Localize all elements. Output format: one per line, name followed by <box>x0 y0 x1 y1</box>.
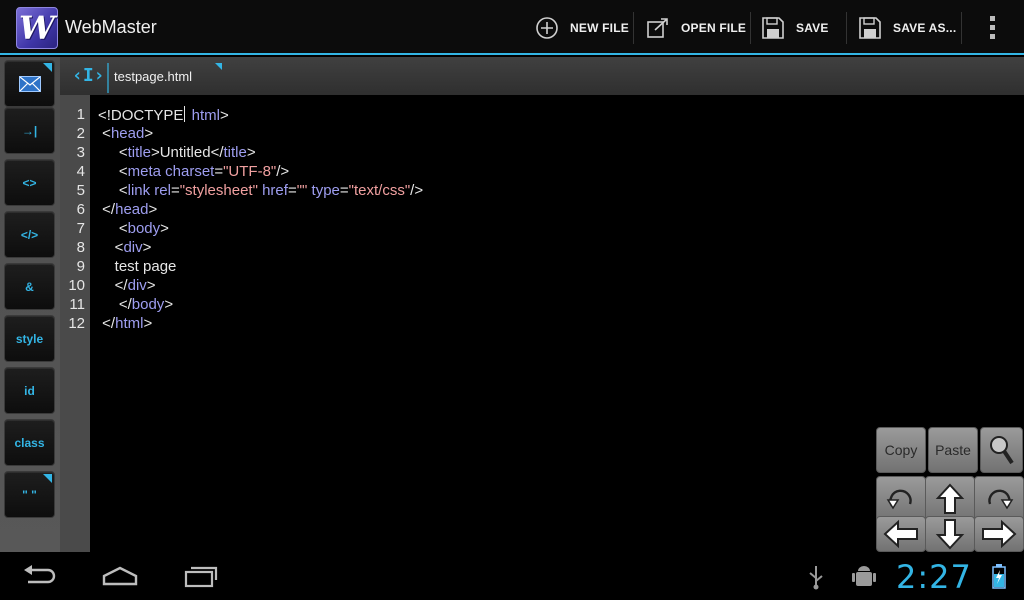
code-line[interactable]: test page <box>98 258 177 275</box>
back-icon[interactable] <box>22 562 58 590</box>
status-clock: 2:27 <box>896 558 972 596</box>
line-number: 10 <box>68 277 85 294</box>
code-line[interactable]: <div> <box>98 239 152 256</box>
copy-button[interactable]: Copy <box>876 427 926 473</box>
line-number: 3 <box>76 144 85 161</box>
tool-button-open-tag[interactable]: <> <box>4 159 55 206</box>
system-navigation-bar: 2:27 <box>0 552 1024 600</box>
arrow-left-icon <box>883 519 918 549</box>
recent-apps-icon[interactable] <box>182 562 220 590</box>
save-as-button[interactable]: SAVE AS... <box>857 0 956 55</box>
arrow-right-icon <box>982 519 1017 549</box>
redo-icon <box>988 489 1014 510</box>
line-number: 1 <box>76 106 85 123</box>
line-number: 11 <box>69 296 85 313</box>
undo-icon <box>886 489 912 510</box>
line-number: 8 <box>76 239 85 256</box>
arrow-down-icon <box>935 519 965 550</box>
arrow-down-button[interactable] <box>925 516 975 552</box>
new-file-button[interactable]: NEW FILE <box>534 0 629 55</box>
tool-button-style[interactable]: style <box>4 315 55 362</box>
code-icon[interactable]: ‹I› <box>72 65 105 86</box>
battery-charging-icon <box>992 564 1006 589</box>
code-line[interactable]: <meta charset="UTF-8"/> <box>98 163 289 180</box>
tab-testpage[interactable]: testpage.html <box>114 69 192 84</box>
save-button[interactable]: SAVE <box>760 0 829 55</box>
plus-circle-icon <box>536 16 558 39</box>
line-number: 7 <box>76 220 85 237</box>
search-icon <box>989 436 1014 465</box>
code-line[interactable]: <!DOCTYPE html> <box>98 106 229 124</box>
line-number: 2 <box>76 125 85 142</box>
save-as-label: SAVE AS... <box>893 20 957 35</box>
tool-button-email[interactable] <box>4 60 55 107</box>
open-file-label: OPEN FILE <box>681 20 747 35</box>
save-label: SAVE <box>796 20 829 35</box>
file-tab-bar: ‹I› testpage.html <box>60 57 1024 95</box>
action-divider <box>846 12 847 44</box>
code-line[interactable]: </div> <box>98 277 156 294</box>
tool-button-tab[interactable]: →| <box>4 107 55 154</box>
overflow-menu-icon[interactable] <box>978 0 1006 55</box>
code-line[interactable]: <link rel="stylesheet" href="" type="tex… <box>98 182 423 199</box>
line-number: 6 <box>76 201 85 218</box>
tool-button-ampersand[interactable]: & <box>4 263 55 310</box>
code-line[interactable]: <title>Untitled</title> <box>98 144 256 161</box>
app-title: WebMaster <box>65 17 157 37</box>
code-line[interactable]: </body> <box>98 296 173 313</box>
arrow-up-icon <box>935 483 965 514</box>
floppy-icon <box>859 16 881 39</box>
tool-button-close-tag[interactable]: </> <box>4 211 55 258</box>
open-file-button[interactable]: OPEN FILE <box>645 0 746 55</box>
android-debug-icon <box>852 566 876 586</box>
code-line[interactable]: </html> <box>98 315 152 332</box>
home-icon[interactable] <box>100 562 140 590</box>
action-divider <box>750 12 751 44</box>
action-bar: W WebMaster NEW FILE OPEN FILE SAVE SAVE… <box>0 0 1024 55</box>
tool-button-id[interactable]: id <box>4 367 55 414</box>
code-line[interactable]: <head> <box>98 125 153 142</box>
tool-button-class[interactable]: class <box>4 419 55 466</box>
floppy-icon <box>762 16 784 39</box>
search-button[interactable] <box>980 427 1023 473</box>
line-number: 4 <box>76 163 85 180</box>
action-divider <box>633 12 634 44</box>
arrow-right-button[interactable] <box>974 516 1024 552</box>
arrow-left-button[interactable] <box>876 516 926 552</box>
tab-corner-marker <box>215 63 222 70</box>
new-file-label: NEW FILE <box>570 20 629 35</box>
code-line[interactable]: </head> <box>98 201 157 218</box>
email-icon <box>18 75 41 92</box>
action-divider <box>961 12 962 44</box>
paste-button[interactable]: Paste <box>928 427 978 473</box>
code-line[interactable]: <body> <box>98 220 169 237</box>
line-number: 12 <box>68 315 85 332</box>
tab-divider <box>107 63 109 93</box>
line-number: 9 <box>76 258 85 275</box>
app-logo-icon[interactable]: W <box>16 7 58 49</box>
line-number: 5 <box>76 182 85 199</box>
tool-button-quotes[interactable]: " " <box>4 471 55 518</box>
tag-toolstrip: →| <> </> & style id class " " <box>0 57 60 552</box>
open-file-icon <box>647 17 668 38</box>
usb-icon <box>809 566 823 590</box>
